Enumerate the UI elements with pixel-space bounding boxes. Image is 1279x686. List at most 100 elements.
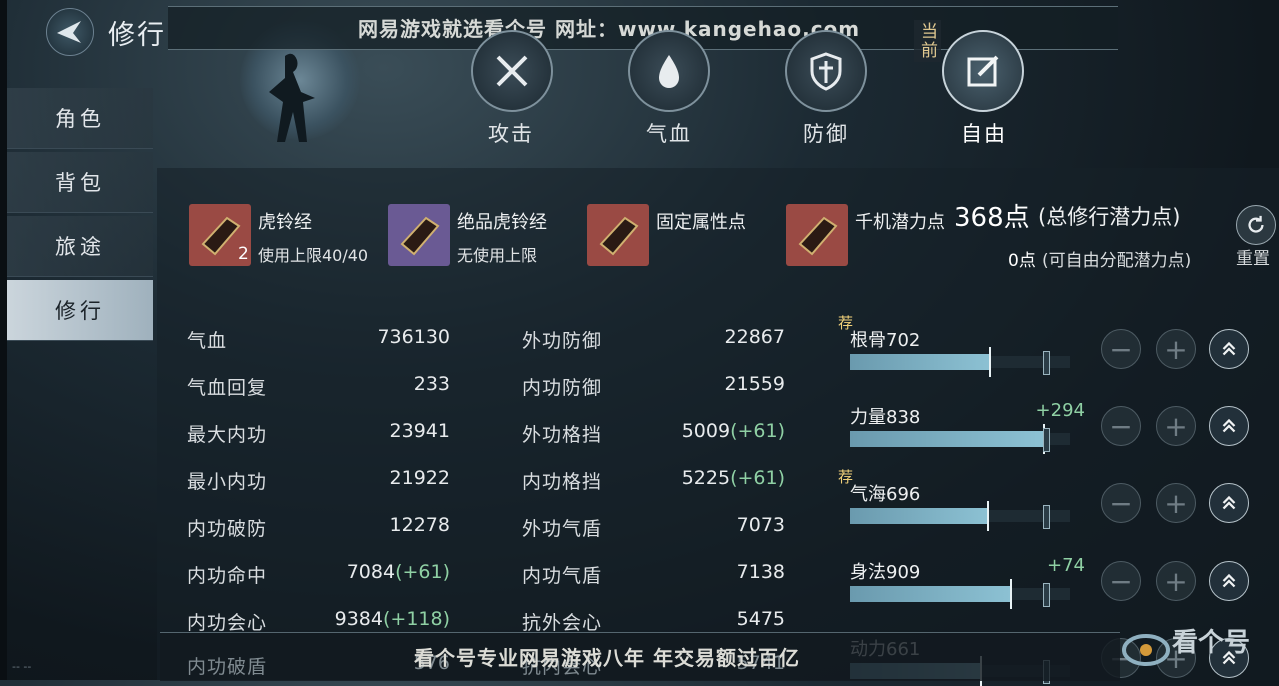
edit-icon — [967, 55, 999, 87]
stat-value: 9384(+118) — [334, 608, 450, 630]
stat-value: 736130 — [377, 326, 450, 348]
stat-value: 5009(+61) — [681, 420, 785, 442]
max-up-button[interactable] — [1209, 329, 1249, 369]
book-item-2-limit: 无使用上限 — [457, 246, 538, 265]
increase-button[interactable]: + — [1156, 329, 1196, 369]
tab-health[interactable] — [628, 30, 710, 112]
stat-value: 233 — [413, 373, 450, 395]
attribute-bonus: +74 — [1047, 555, 1085, 576]
stat-label: 气血 — [187, 330, 228, 352]
stat-value: 23941 — [389, 420, 450, 442]
decrease-button[interactable]: − — [1101, 329, 1141, 369]
stat-value: 12278 — [389, 514, 450, 536]
stat-label: 气血回复 — [187, 377, 268, 399]
stat-value: 7084(+61) — [346, 561, 450, 583]
free-points-label: (可自由分配潜力点) — [1042, 251, 1192, 271]
book-item-3-name: 固定属性点 — [656, 212, 746, 233]
crossed-swords-icon — [496, 55, 528, 87]
current-badge: 当前 — [914, 20, 941, 62]
book-item-4[interactable] — [786, 204, 848, 266]
sidebar-item-character[interactable]: 角色 — [7, 88, 153, 149]
attribute-bar-marker — [1043, 583, 1050, 607]
attribute-bar-marker — [1043, 351, 1050, 375]
corner-mark: -- -- — [12, 660, 32, 673]
book-icon — [400, 216, 440, 256]
attribute-bar-marker — [1043, 505, 1050, 529]
stat-label: 最小内功 — [187, 471, 268, 493]
stat-value: 5475 — [736, 608, 785, 630]
stat-label: 内功命中 — [187, 565, 268, 587]
increase-button[interactable]: + — [1156, 561, 1196, 601]
attribute-bonus: +294 — [1035, 400, 1085, 421]
tab-free[interactable] — [942, 30, 1024, 112]
decrease-button[interactable]: − — [1101, 406, 1141, 446]
stat-label: 内功气盾 — [522, 565, 603, 587]
free-points-value: 0点 — [1008, 251, 1036, 271]
stat-label: 抗外会心 — [522, 612, 603, 634]
stat-label: 外功气盾 — [522, 518, 603, 540]
shield-icon — [810, 52, 842, 91]
stat-label: 内功破防 — [187, 518, 268, 540]
tab-defense-label: 防御 — [803, 122, 849, 146]
app-logo[interactable] — [46, 8, 94, 56]
increase-button[interactable]: + — [1156, 483, 1196, 523]
increase-button[interactable]: + — [1156, 406, 1196, 446]
stat-label: 内功防御 — [522, 377, 603, 399]
sidebar-item-journey[interactable]: 旅途 — [7, 216, 153, 277]
bottom-banner-text: 看个号专业网易游戏八年 年交易额过百亿 — [414, 646, 800, 670]
stat-value: 5225(+61) — [681, 467, 785, 489]
attribute-label: 身法909 — [850, 562, 921, 583]
attribute-label: 力量838 — [850, 407, 921, 428]
double-chevron-up-icon — [1222, 341, 1236, 356]
attribute-bar-cap — [987, 501, 989, 531]
decrease-button[interactable]: − — [1101, 561, 1141, 601]
page-title: 修行 — [108, 20, 166, 51]
tab-health-label: 气血 — [646, 122, 692, 146]
max-up-button[interactable] — [1209, 561, 1249, 601]
stat-label: 外功防御 — [522, 330, 603, 352]
attribute-bar-cap — [1010, 579, 1012, 609]
stat-value: 21559 — [724, 373, 785, 395]
left-edge — [0, 0, 7, 680]
book-item-2-name: 绝品虎铃经 — [457, 212, 547, 233]
max-up-button[interactable] — [1209, 483, 1249, 523]
book-item-1-count: 2 — [238, 244, 249, 264]
double-chevron-up-icon — [1222, 495, 1236, 510]
book-item-1-limit: 使用上限40/40 — [258, 246, 369, 265]
swordsman-silhouette — [269, 53, 315, 142]
book-item-1-name: 虎铃经 — [258, 212, 312, 233]
book-item-4-name: 千机潜力点 — [855, 212, 945, 233]
total-points-label: (总修行潜力点) — [1038, 205, 1181, 229]
attribute-bar-fill — [850, 586, 1010, 602]
sidebar: 角色 背包 旅途 修行 — [7, 88, 153, 341]
stat-label: 内功格挡 — [522, 471, 603, 493]
decrease-button[interactable]: − — [1101, 483, 1141, 523]
stat-label: 内功会心 — [187, 612, 268, 634]
stat-label: 最大内功 — [187, 424, 268, 446]
double-chevron-up-icon — [1222, 573, 1236, 588]
tab-defense[interactable] — [785, 30, 867, 112]
reset-label: 重置 — [1236, 249, 1270, 269]
max-up-button[interactable] — [1209, 406, 1249, 446]
sidebar-item-inventory[interactable]: 背包 — [7, 152, 153, 213]
stat-label: 内功破盾 — [187, 656, 268, 678]
sidebar-item-cultivation[interactable]: 修行 — [7, 280, 153, 341]
top-banner-text: 网易游戏就选看个号 网址：www.kangehao.com — [358, 17, 861, 41]
attribute-bar-marker — [1043, 428, 1050, 452]
stat-value: 7073 — [736, 514, 785, 536]
tab-attack[interactable] — [471, 30, 553, 112]
refresh-icon — [1248, 215, 1264, 233]
attribute-bar-fill — [850, 508, 987, 524]
tab-attack-label: 攻击 — [488, 122, 534, 146]
logo-arrow-icon — [57, 21, 81, 43]
attribute-bar-fill — [850, 431, 1043, 447]
book-item-2[interactable] — [388, 204, 450, 266]
reset-button[interactable] — [1236, 205, 1276, 245]
book-icon — [599, 216, 639, 256]
attribute-label: 气海696 — [850, 484, 921, 505]
watermark-text: 看个号 — [1172, 628, 1251, 658]
attribute-bar-cap — [989, 347, 991, 377]
book-item-3[interactable] — [587, 204, 649, 266]
book-icon — [798, 216, 838, 256]
attribute-bar-fill — [850, 354, 989, 370]
